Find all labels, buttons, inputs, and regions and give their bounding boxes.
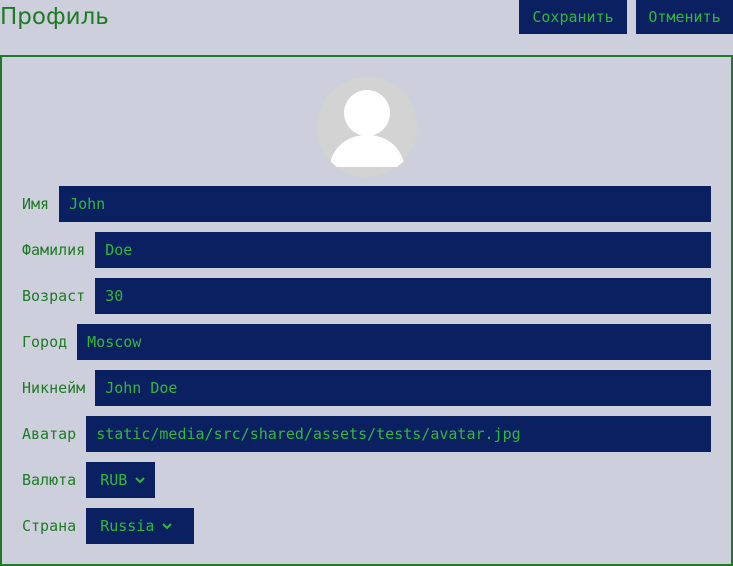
age-input[interactable] [95, 278, 711, 314]
country-label: Страна [22, 517, 77, 535]
currency-select-value: RUB [100, 471, 128, 489]
first-name-label: Имя [22, 195, 50, 213]
last-name-label: Фамилия [22, 241, 86, 259]
cancel-button[interactable]: Отменить [636, 0, 733, 34]
avatar [317, 77, 417, 177]
currency-row: Валюта RUB [22, 462, 156, 498]
country-select-value: Russia [100, 517, 155, 535]
city-input[interactable] [77, 324, 711, 360]
avatar-url-input[interactable] [86, 416, 711, 452]
age-label: Возраст [22, 287, 86, 305]
currency-label: Валюта [22, 471, 77, 489]
username-label: Никнейм [22, 379, 86, 397]
first-name-row: Имя [22, 186, 711, 222]
city-label: Город [22, 333, 68, 351]
city-row: Город [22, 324, 711, 360]
country-select[interactable]: Russia [86, 508, 195, 544]
first-name-input[interactable] [59, 186, 711, 222]
save-button[interactable]: Сохранить [519, 0, 627, 34]
last-name-input[interactable] [95, 232, 711, 268]
user-silhouette-icon [317, 77, 417, 177]
avatar-url-label: Аватар [22, 425, 77, 443]
country-row: Страна Russia [22, 508, 195, 544]
username-row: Никнейм [22, 370, 711, 406]
avatar-url-row: Аватар [22, 416, 711, 452]
currency-select[interactable]: RUB [86, 462, 156, 498]
age-row: Возраст [22, 278, 711, 314]
chevron-down-icon [162, 523, 173, 530]
chevron-down-icon [135, 477, 145, 484]
page-title: Профиль [0, 4, 109, 30]
last-name-row: Фамилия [22, 232, 711, 268]
username-input[interactable] [95, 370, 711, 406]
